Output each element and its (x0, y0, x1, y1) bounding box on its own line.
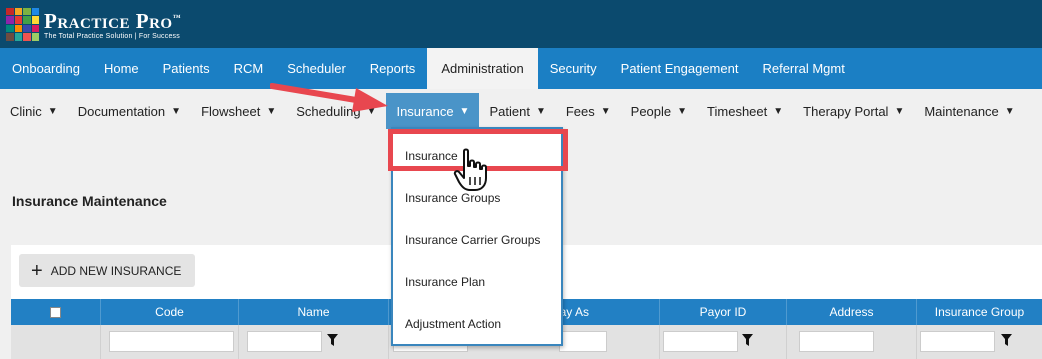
subnav-fees[interactable]: Fees ▼ (556, 89, 621, 133)
app-header: Practice Pro™ The Total Practice Solutio… (0, 0, 1042, 48)
subnav-label: Fees (565, 103, 595, 119)
subnav-label: Documentation (77, 103, 166, 119)
caret-down-icon: ▼ (1004, 105, 1015, 117)
caret-down-icon: ▼ (894, 105, 905, 117)
subnav-label: Scheduling (296, 103, 361, 119)
logo-tagline: The Total Practice Solution | For Succes… (44, 33, 180, 40)
tab-patients[interactable]: Patients (151, 48, 222, 89)
caret-down-icon: ▼ (773, 105, 784, 117)
payor-id-filter-input[interactable] (663, 331, 738, 352)
name-filter-input[interactable] (247, 331, 322, 352)
add-button-label: ADD NEW INSURANCE (50, 263, 182, 278)
column-name[interactable]: Name (239, 299, 389, 325)
logo-text: Practice Pro™ The Total Practice Solutio… (44, 7, 181, 41)
logo-name: Practice Pro™ (44, 9, 182, 33)
subnav-clinic[interactable]: Clinic ▼ (0, 89, 68, 133)
subnav-insurance[interactable]: Insurance ▼ (386, 93, 480, 129)
insurance-dropdown-menu: Insurance Insurance Groups Insurance Car… (391, 127, 563, 346)
menu-item-insurance-plan[interactable]: Insurance Plan (393, 261, 561, 303)
tab-security[interactable]: Security (538, 48, 609, 89)
subnav-label: Patient (489, 103, 530, 119)
menu-item-adjustment-action[interactable]: Adjustment Action (393, 303, 561, 345)
tab-administration[interactable]: Administration (427, 48, 538, 89)
tab-scheduler[interactable]: Scheduler (275, 48, 358, 89)
menu-item-insurance[interactable]: Insurance (393, 135, 561, 177)
practice-pro-logo[interactable]: Practice Pro™ The Total Practice Solutio… (6, 5, 181, 43)
subnav-label: Clinic (10, 103, 42, 119)
logo-square (23, 33, 31, 41)
subnav-maintenance[interactable]: Maintenance ▼ (914, 89, 1024, 133)
caret-down-icon: ▼ (600, 105, 611, 117)
caret-down-icon: ▼ (535, 105, 546, 117)
select-all-column (11, 299, 101, 325)
logo-square (14, 16, 22, 24)
filter-icon[interactable] (327, 334, 338, 347)
logo-square (31, 33, 39, 41)
subnav-label: Maintenance (924, 103, 999, 119)
filter-cell (101, 325, 239, 359)
logo-mark-icon (6, 7, 39, 41)
logo-square (6, 16, 14, 24)
caret-down-icon: ▼ (677, 105, 688, 117)
logo-square (23, 16, 31, 24)
column-payor-id[interactable]: Payor ID (660, 299, 787, 325)
logo-square (31, 24, 39, 32)
filter-cell (239, 325, 389, 359)
caret-down-icon: ▼ (266, 105, 277, 117)
logo-square (14, 7, 22, 15)
subnav-flowsheet[interactable]: Flowsheet ▼ (191, 89, 286, 133)
caret-down-icon: ▼ (171, 105, 182, 117)
subnav-scheduling[interactable]: Scheduling ▼ (286, 89, 386, 133)
page-title: Insurance Maintenance (12, 193, 167, 209)
tab-referral-mgmt[interactable]: Referral Mgmt (750, 48, 856, 89)
tab-home[interactable]: Home (92, 48, 151, 89)
logo-square (23, 24, 31, 32)
subnav-documentation[interactable]: Documentation ▼ (68, 89, 191, 133)
filter-cell (917, 325, 1042, 359)
tab-patient-engagement[interactable]: Patient Engagement (609, 48, 751, 89)
tab-rcm[interactable]: RCM (222, 48, 276, 89)
select-all-checkbox[interactable] (50, 306, 61, 318)
caret-down-icon: ▼ (459, 105, 470, 117)
address-filter-input[interactable] (799, 331, 874, 352)
filter-icon[interactable] (742, 334, 753, 347)
subnav-label: Timesheet (707, 103, 768, 119)
subnav-label: Insurance (396, 103, 454, 119)
subnav-label: Therapy Portal (803, 103, 889, 119)
column-code[interactable]: Code (101, 299, 239, 325)
add-new-insurance-button[interactable]: + ADD NEW INSURANCE (19, 254, 195, 287)
subnav-label: Flowsheet (201, 103, 261, 119)
logo-square (31, 7, 39, 15)
logo-square (31, 16, 39, 24)
code-filter-input[interactable] (109, 331, 234, 352)
main-nav: Onboarding Home Patients RCM Scheduler R… (0, 48, 1042, 89)
caret-down-icon: ▼ (366, 105, 377, 117)
tab-reports[interactable]: Reports (358, 48, 428, 89)
logo-square (6, 33, 14, 41)
logo-square (6, 24, 14, 32)
tab-onboarding[interactable]: Onboarding (0, 48, 92, 89)
logo-square (23, 7, 31, 15)
subnav-timesheet[interactable]: Timesheet ▼ (697, 89, 793, 133)
caret-down-icon: ▼ (47, 105, 58, 117)
logo-square (14, 33, 22, 41)
insurance-group-filter-input[interactable] (920, 331, 995, 352)
subnav-people[interactable]: People ▼ (621, 89, 697, 133)
subnav-label: People (630, 103, 672, 119)
logo-square (6, 7, 14, 15)
plus-icon: + (31, 259, 43, 282)
filter-icon[interactable] (1001, 334, 1012, 347)
column-address[interactable]: Address (787, 299, 917, 325)
menu-item-insurance-groups[interactable]: Insurance Groups (393, 177, 561, 219)
logo-square (14, 24, 22, 32)
filter-cell (660, 325, 787, 359)
column-insurance-group[interactable]: Insurance Group (917, 299, 1042, 325)
display-as-filter-input-2[interactable] (559, 331, 607, 352)
menu-item-insurance-carrier-groups[interactable]: Insurance Carrier Groups (393, 219, 561, 261)
filter-cell (11, 325, 101, 359)
filter-cell (787, 325, 917, 359)
subnav-therapy-portal[interactable]: Therapy Portal ▼ (793, 89, 914, 133)
